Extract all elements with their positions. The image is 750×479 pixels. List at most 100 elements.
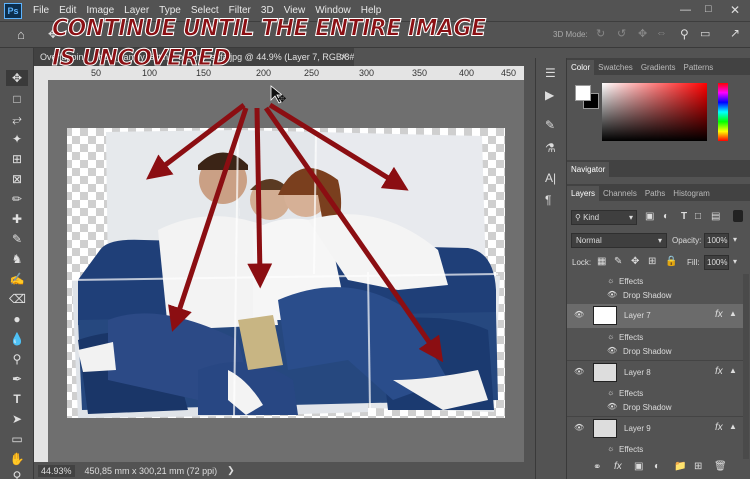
healing-brush-icon[interactable]: ✚ <box>9 211 25 227</box>
tab-paths[interactable]: Paths <box>641 186 669 201</box>
menu-help[interactable]: Help <box>356 5 387 16</box>
fill-chevron-icon[interactable]: ▾ <box>733 257 737 266</box>
filter-shape-icon[interactable]: □ <box>695 211 701 222</box>
filter-toggle-icon[interactable] <box>733 210 743 222</box>
layer-row-9[interactable]: 👁 Layer 9 fx ▲ <box>567 416 745 440</box>
tab-patterns[interactable]: Patterns <box>680 60 718 75</box>
history-brush-icon[interactable]: ✍ <box>9 271 25 287</box>
path-selection-icon[interactable]: ➤ <box>9 411 25 427</box>
status-menu-arrow-icon[interactable]: ❯ <box>227 465 235 476</box>
brush-settings-icon[interactable]: ✎ <box>545 118 555 132</box>
menu-type[interactable]: Type <box>154 5 186 16</box>
shape-tool-icon[interactable]: ▭ <box>9 431 25 447</box>
quick-selection-icon[interactable]: ✦ <box>9 131 25 147</box>
layer-row-8[interactable]: 👁 Layer 8 fx ▲ <box>567 360 745 384</box>
filter-pixel-icon[interactable]: ▣ <box>645 211 654 222</box>
drop-shadow-row[interactable]: 👁 Drop Shadow <box>567 400 745 414</box>
tab-histogram[interactable]: Histogram <box>669 186 713 201</box>
new-layer-icon[interactable]: ⊞ <box>694 461 702 472</box>
type-tool-icon[interactable]: T <box>9 391 25 407</box>
collapse-arrow-icon[interactable]: ▲ <box>729 309 737 318</box>
menu-file[interactable]: File <box>28 5 54 16</box>
adjustments-icon[interactable]: ⚗ <box>545 141 556 155</box>
paint-bucket-icon[interactable]: ● <box>9 311 25 327</box>
menu-image[interactable]: Image <box>81 5 119 16</box>
menu-view[interactable]: View <box>279 5 311 16</box>
layer-effects-row[interactable]: ☼ Effects <box>567 274 745 288</box>
fill-field[interactable]: 100% <box>704 255 729 270</box>
lock-image-icon[interactable]: ✎ <box>614 256 622 267</box>
opacity-chevron-icon[interactable]: ▾ <box>733 235 737 244</box>
home-icon[interactable]: ⌂ <box>17 27 25 42</box>
collapse-arrow-icon[interactable]: ▲ <box>729 422 737 431</box>
menu-layer[interactable]: Layer <box>119 5 154 16</box>
color-picker-field[interactable] <box>602 83 707 141</box>
document-canvas[interactable]: ✥ <box>48 80 524 462</box>
crop-tool-icon[interactable]: ⊞ <box>9 151 25 167</box>
collapse-arrow-icon[interactable]: ▲ <box>729 366 737 375</box>
layers-scrollbar[interactable] <box>743 274 749 459</box>
frame-tool-icon[interactable]: ⊠ <box>9 171 25 187</box>
paragraph-icon[interactable]: ¶ <box>545 193 551 207</box>
add-mask-icon[interactable]: ▣ <box>634 461 643 472</box>
lasso-tool-icon[interactable]: ⥂ <box>9 111 25 127</box>
maximize-button[interactable]: □ <box>705 3 712 15</box>
history-icon[interactable]: ☰ <box>545 66 556 80</box>
lock-transparent-icon[interactable]: ▦ <box>597 256 606 267</box>
tab-layers[interactable]: Layers <box>567 186 600 201</box>
eye-icon[interactable]: 👁 <box>607 290 617 299</box>
tab-color[interactable]: Color <box>567 60 595 75</box>
fx-badge[interactable]: fx <box>715 366 723 377</box>
orbit-3d-icon[interactable]: ↻ <box>596 27 605 40</box>
layer-name[interactable]: Layer 7 <box>624 311 651 320</box>
pan-3d-icon[interactable]: ✥ <box>638 27 647 40</box>
filter-type-icon[interactable]: T <box>681 211 687 222</box>
visibility-eye-icon[interactable]: 👁 <box>574 423 584 432</box>
tab-navigator[interactable]: Navigator <box>567 162 610 177</box>
tab-gradients[interactable]: Gradients <box>637 60 680 75</box>
filter-kind-select[interactable]: ⚲ Kind ▾ <box>571 210 637 225</box>
move-tool-icon[interactable]: ✥ <box>6 70 28 86</box>
hand-tool-icon[interactable]: ✋ <box>9 451 25 467</box>
adjustment-layer-icon[interactable]: ◐ <box>654 461 660 472</box>
canvas-area[interactable]: ✥ <box>48 80 524 462</box>
drop-shadow-row[interactable]: 👁 Drop Shadow <box>567 344 745 358</box>
lock-artboard-icon[interactable]: ⊞ <box>648 256 656 267</box>
minimize-button[interactable]: — <box>680 4 691 16</box>
eraser-tool-icon[interactable]: ⌫ <box>9 291 26 307</box>
clone-stamp-icon[interactable]: ♞ <box>9 251 25 267</box>
layer-row-7[interactable]: 👁 Layer 7 fx ▲ <box>567 304 745 328</box>
actions-play-icon[interactable]: ▶ <box>545 88 554 102</box>
layer-name[interactable]: Layer 8 <box>624 368 651 377</box>
close-button[interactable]: ✕ <box>730 3 740 17</box>
menu-window[interactable]: Window <box>310 5 356 16</box>
layer-effects-row[interactable]: ☼ Effects <box>567 442 745 456</box>
layer-name[interactable]: Layer 9 <box>624 424 651 433</box>
layer-effects-row[interactable]: ☼ Effects <box>567 330 745 344</box>
lock-position-icon[interactable]: ✥ <box>631 256 639 267</box>
menu-edit[interactable]: Edit <box>54 5 81 16</box>
character-icon[interactable]: A| <box>545 171 556 185</box>
fx-badge[interactable]: fx <box>715 422 723 433</box>
blend-mode-select[interactable]: Normal ▾ <box>571 233 667 248</box>
zoom-tool-icon[interactable]: ⚲ <box>9 468 25 479</box>
menu-3d[interactable]: 3D <box>256 5 279 16</box>
dodge-tool-icon[interactable]: ⚲ <box>9 351 25 367</box>
tab-channels[interactable]: Channels <box>599 186 641 201</box>
marquee-tool-icon[interactable]: □ <box>9 91 25 107</box>
fx-badge[interactable]: fx <box>715 309 723 320</box>
slide-3d-icon[interactable]: ⇔ <box>656 27 667 39</box>
brush-tool-icon[interactable]: ✎ <box>9 231 25 247</box>
search-icon[interactable]: ⚲ <box>680 27 689 41</box>
link-layers-icon[interactable]: ⚭ <box>593 462 601 473</box>
pen-tool-icon[interactable]: ✒ <box>9 371 25 387</box>
opacity-field[interactable]: 100% <box>704 233 729 248</box>
blur-tool-icon[interactable]: 💧 <box>9 331 25 347</box>
share-icon[interactable]: ↗ <box>730 26 740 40</box>
hue-slider[interactable] <box>718 83 728 141</box>
menu-filter[interactable]: Filter <box>224 5 256 16</box>
visibility-eye-icon[interactable]: 👁 <box>574 367 584 376</box>
workspace-icon[interactable]: ▭ <box>700 27 710 40</box>
filter-adjustment-icon[interactable]: ◐ <box>663 211 669 222</box>
drop-shadow-row[interactable]: 👁 Drop Shadow <box>567 288 745 302</box>
